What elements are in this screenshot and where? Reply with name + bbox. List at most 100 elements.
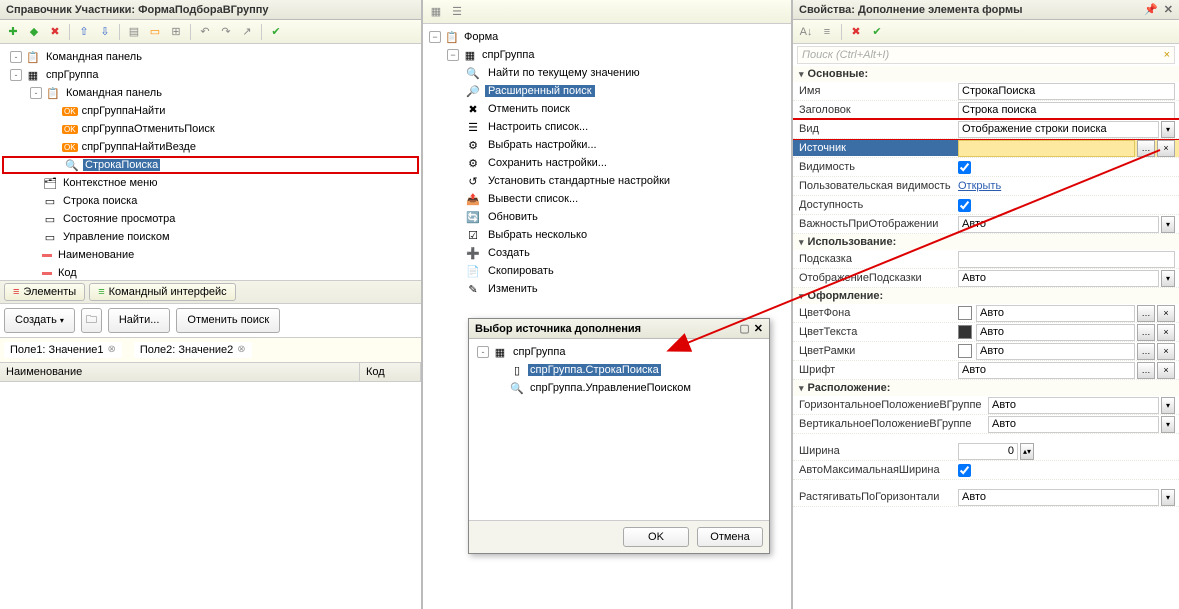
col-code[interactable]: Код	[360, 363, 421, 381]
action-item[interactable]: 🔍Найти по текущему значению	[425, 64, 789, 82]
ellipsis-button[interactable]: …	[1137, 343, 1155, 360]
action-item[interactable]: 📄Скопировать	[425, 262, 789, 280]
create-button[interactable]: Создать▾	[4, 308, 75, 333]
ellipsis-button[interactable]: …	[1137, 140, 1155, 157]
pin-icon[interactable]: 📌	[1144, 4, 1158, 16]
close-icon[interactable]: ⊗	[237, 344, 245, 355]
visibility-checkbox[interactable]	[958, 161, 971, 174]
action-item[interactable]: ☑Выбрать несколько	[425, 226, 789, 244]
action-item[interactable]: ✎Изменить	[425, 280, 789, 298]
action-item[interactable]: 🔎Расширенный поиск	[425, 82, 789, 100]
vpos-input[interactable]	[988, 416, 1159, 433]
dropdown-icon[interactable]: ▾	[1161, 489, 1175, 506]
dropdown-icon[interactable]: ▾	[1161, 397, 1175, 414]
section-layout[interactable]: Расположение:	[793, 380, 1179, 396]
importance-input[interactable]	[958, 216, 1159, 233]
section-design[interactable]: Оформление:	[793, 288, 1179, 304]
tree-root[interactable]: −📋Форма	[425, 28, 789, 46]
maxwidth-checkbox[interactable]	[958, 464, 971, 477]
toggle-icon[interactable]: -	[10, 69, 22, 81]
clear-button[interactable]: ×	[1157, 324, 1175, 341]
action-item[interactable]: 🔄Обновить	[425, 208, 789, 226]
dropdown-icon[interactable]: ▾	[1161, 270, 1175, 287]
tree-item[interactable]: Наименование	[2, 246, 419, 264]
clear-button[interactable]: ×	[1157, 305, 1175, 322]
clear-button[interactable]: ×	[1157, 362, 1175, 379]
action-item[interactable]: ☰Настроить список...	[425, 118, 789, 136]
toggle-icon[interactable]: -	[30, 87, 42, 99]
maximize-icon[interactable]: ▢	[739, 323, 749, 335]
modal-tree-item[interactable]: -▦спрГруппа	[473, 343, 765, 361]
brcolor-input[interactable]	[976, 343, 1135, 360]
ellipsis-button[interactable]: …	[1137, 324, 1155, 341]
ok-button[interactable]: OK	[623, 527, 689, 547]
modal-tree-item[interactable]: ▯спрГруппа.СтрокаПоиска	[473, 361, 765, 379]
tree-item[interactable]: OKспрГруппаНайти	[2, 102, 419, 120]
tab-command-interface[interactable]: ≡Командный интерфейс	[89, 283, 235, 301]
add-icon[interactable]: ✚	[4, 23, 22, 41]
name-input[interactable]	[958, 83, 1175, 100]
tree-icon[interactable]: ▦	[427, 3, 445, 21]
move-up-icon[interactable]: ⇧	[75, 23, 93, 41]
action-item[interactable]: 📤Вывести список...	[425, 190, 789, 208]
close-icon[interactable]: ✕	[754, 323, 763, 335]
grid-body[interactable]	[0, 382, 421, 609]
find-button[interactable]: Найти...	[108, 308, 171, 333]
clear-icon[interactable]: ✖	[847, 23, 865, 41]
close-icon[interactable]: ✕	[1164, 4, 1173, 16]
modal-tree[interactable]: -▦спрГруппа▯спрГруппа.СтрокаПоиска🔍спрГр…	[469, 339, 769, 520]
title-input[interactable]	[958, 102, 1175, 119]
toggle-icon[interactable]: −	[429, 31, 441, 43]
props-icon[interactable]: ▤	[125, 23, 143, 41]
kind-input[interactable]	[958, 121, 1159, 138]
hpos-input[interactable]	[988, 397, 1159, 414]
cat-icon[interactable]: ≡	[818, 23, 836, 41]
undo-icon[interactable]: ↶	[196, 23, 214, 41]
expand-icon[interactable]: ↗	[238, 23, 256, 41]
action-item[interactable]: ⚙Сохранить настройки...	[425, 154, 789, 172]
sort-icon[interactable]: A↓	[797, 23, 815, 41]
clear-button[interactable]: ×	[1157, 140, 1175, 157]
toggle-icon[interactable]: -	[10, 51, 22, 63]
add-item-icon[interactable]: ◆	[25, 23, 43, 41]
tree-item[interactable]: ▭Состояние просмотра	[2, 210, 419, 228]
action-item[interactable]: ➕Создать	[425, 244, 789, 262]
col-name[interactable]: Наименование	[0, 363, 360, 381]
bgcolor-input[interactable]	[976, 305, 1135, 322]
close-icon[interactable]: ⊗	[107, 344, 115, 355]
filter-chip-1[interactable]: Поле1: Значение1⊗	[4, 342, 122, 358]
tree-item[interactable]: -▦спрГруппа	[2, 66, 419, 84]
check-icon[interactable]: ✔	[267, 23, 285, 41]
delete-icon[interactable]: ✖	[46, 23, 64, 41]
hint-input[interactable]	[958, 251, 1175, 268]
spinner-icon[interactable]: ▴▾	[1020, 443, 1034, 460]
move-down-icon[interactable]: ⇩	[96, 23, 114, 41]
clear-search-icon[interactable]: ×	[1164, 49, 1170, 61]
toggle-icon[interactable]: −	[447, 49, 459, 61]
toggle-icon[interactable]: -	[477, 346, 489, 358]
folder-button[interactable]: 🗀	[81, 308, 102, 333]
action-item[interactable]: ✖Отменить поиск	[425, 100, 789, 118]
action-item[interactable]: ↺Установить стандартные настройки	[425, 172, 789, 190]
hintd-input[interactable]	[958, 270, 1159, 287]
preview-icon[interactable]: ▭	[146, 23, 164, 41]
tree-item[interactable]: 🔍СтрокаПоиска	[2, 156, 419, 174]
tab-elements[interactable]: ≡Элементы	[4, 283, 85, 301]
cancel-button[interactable]: Отмена	[697, 527, 763, 547]
list-icon[interactable]: ☰	[448, 3, 466, 21]
tree-item[interactable]: Код	[2, 264, 419, 280]
stretch-input[interactable]	[958, 489, 1159, 506]
tree-item[interactable]: 🗂Контекстное меню	[2, 174, 419, 192]
dropdown-icon[interactable]: ▾	[1161, 216, 1175, 233]
clear-button[interactable]: ×	[1157, 343, 1175, 360]
user-visibility-link[interactable]: Открыть	[958, 180, 1001, 192]
redo-icon[interactable]: ↷	[217, 23, 235, 41]
tree-item[interactable]: OKспрГруппаНайтиВезде	[2, 138, 419, 156]
form-elements-tree[interactable]: -📋Командная панель-▦спрГруппа-📋Командная…	[0, 44, 421, 280]
tree-item[interactable]: ▭Строка поиска	[2, 192, 419, 210]
action-item[interactable]: ⚙Выбрать настройки...	[425, 136, 789, 154]
tree-item[interactable]: OKспрГруппаОтменитьПоиск	[2, 120, 419, 138]
dropdown-icon[interactable]: ▾	[1161, 121, 1175, 138]
source-input[interactable]	[958, 140, 1135, 157]
prop-search[interactable]: Поиск (Ctrl+Alt+I) ×	[797, 46, 1175, 64]
